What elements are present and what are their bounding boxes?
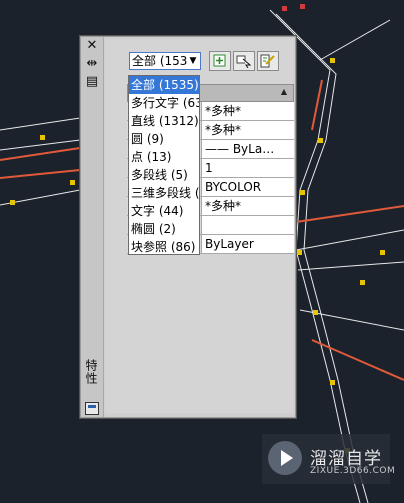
- object-type-select[interactable]: 全部 (153 ▼: [129, 52, 201, 70]
- property-value: *多种*: [205, 199, 242, 213]
- close-icon[interactable]: ✕: [85, 39, 99, 53]
- select-objects-button[interactable]: [233, 51, 255, 71]
- palette-settings-icon[interactable]: [85, 402, 99, 415]
- dropdown-option-point[interactable]: 点 (13): [129, 148, 199, 166]
- quick-select-button[interactable]: [257, 51, 279, 71]
- chevron-down-icon: ▼: [187, 53, 199, 69]
- dropdown-option-block-reference[interactable]: 块参照 (86): [129, 238, 199, 254]
- object-type-select-value: 全部 (153: [132, 54, 188, 68]
- property-value: —— ByLa…: [205, 142, 275, 156]
- dropdown-option-ellipse[interactable]: 椭圆 (2): [129, 220, 199, 238]
- quick-select-icon: [260, 54, 275, 68]
- property-value: BYCOLOR: [205, 180, 262, 194]
- toggle-pickadd-button[interactable]: [209, 51, 231, 71]
- property-value: 1: [205, 161, 213, 175]
- dropdown-option-all[interactable]: 全部 (1535): [129, 76, 199, 94]
- object-type-dropdown[interactable]: 全部 (1535) 多行文字 (63 直线 (1312) 圆 (9) 点 (13…: [128, 75, 200, 255]
- property-value: *多种*: [205, 123, 242, 137]
- select-objects-icon: [236, 55, 252, 68]
- property-value: ByLayer: [205, 237, 254, 251]
- dropdown-option-line[interactable]: 直线 (1312): [129, 112, 199, 130]
- pickadd-icon: [213, 54, 226, 67]
- dropdown-option-mtext[interactable]: 多行文字 (63: [129, 94, 199, 112]
- palette-menu-icon[interactable]: ▤: [85, 75, 99, 89]
- watermark: 溜溜自学 ZIXUE.3D66.COM: [262, 434, 395, 484]
- auto-hide-icon[interactable]: ⇹: [85, 57, 99, 71]
- collapse-icon[interactable]: ▲: [281, 87, 287, 96]
- dropdown-option-circle[interactable]: 圆 (9): [129, 130, 199, 148]
- palette-title: 特性: [84, 359, 98, 385]
- dropdown-option-text[interactable]: 文字 (44): [129, 202, 199, 220]
- play-logo-icon: [268, 441, 302, 475]
- palette-title-strip: ✕ ⇹ ▤ 特性: [81, 37, 104, 417]
- dropdown-option-3d-polyline[interactable]: 三维多段线 (: [129, 184, 199, 202]
- property-value: *多种*: [205, 104, 242, 118]
- watermark-url: ZIXUE.3D66.COM: [310, 466, 396, 476]
- dropdown-option-polyline[interactable]: 多段线 (5): [129, 166, 199, 184]
